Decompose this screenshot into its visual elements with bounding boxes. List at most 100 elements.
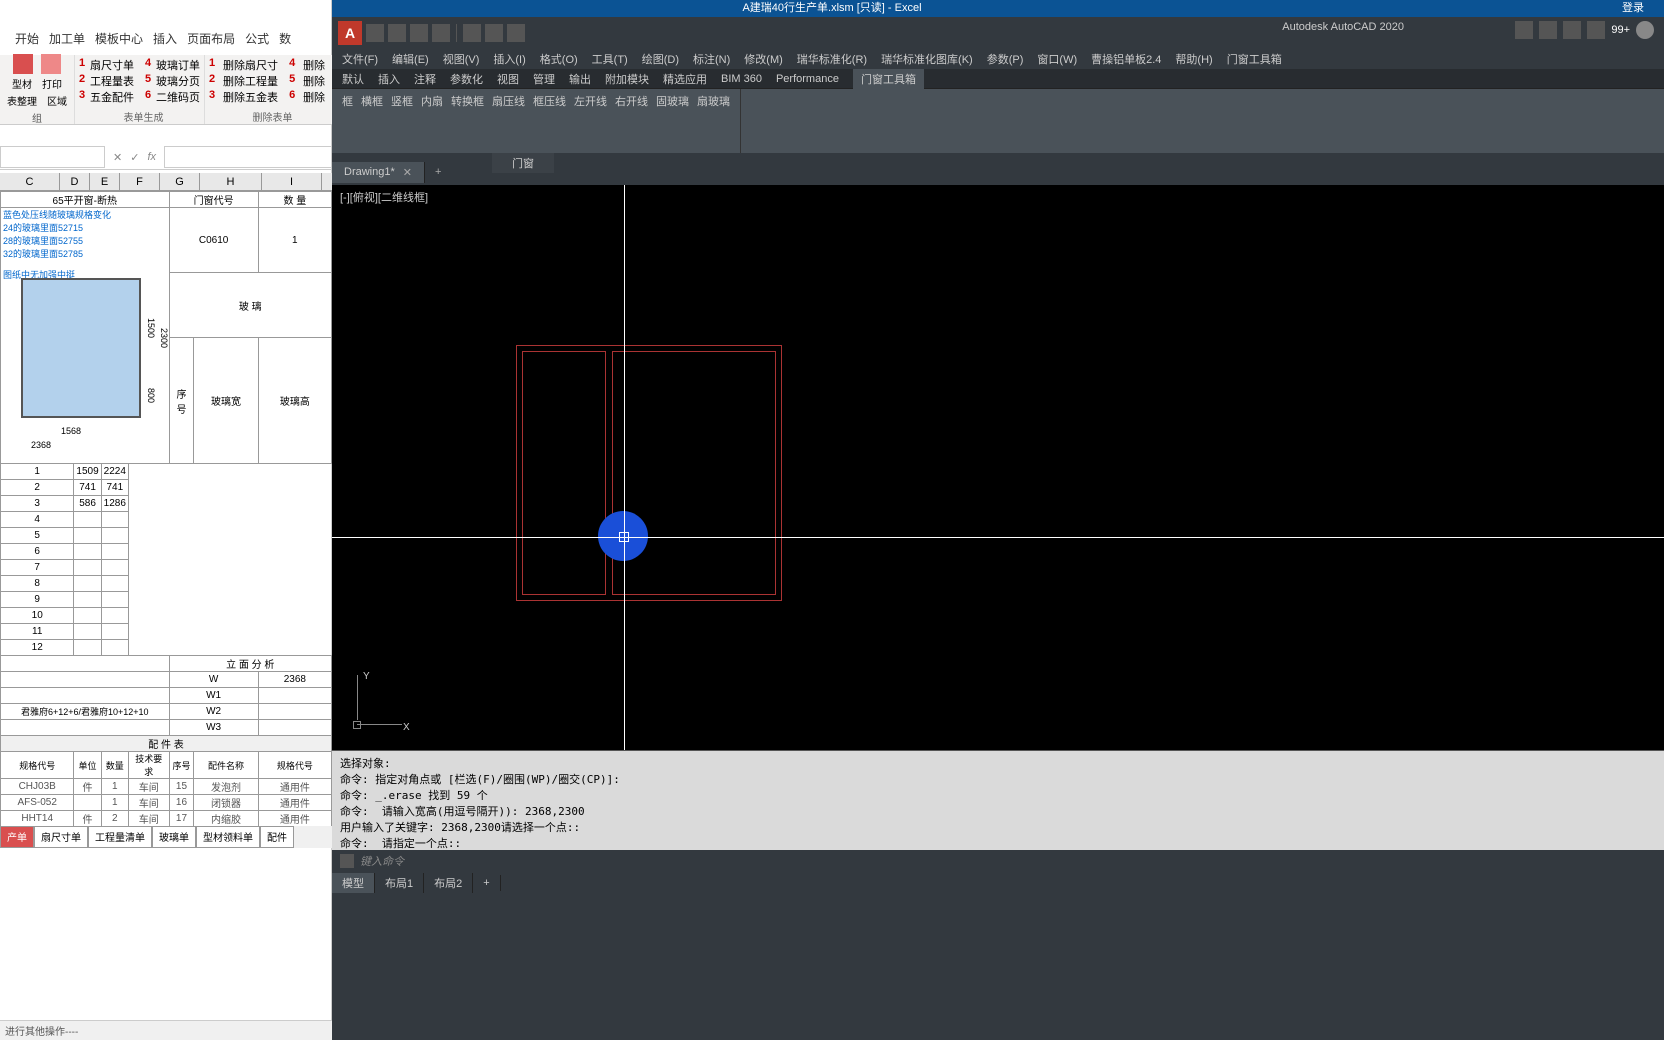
- tab-process[interactable]: 加工单: [49, 30, 85, 52]
- table-cell[interactable]: AFS-052: [1, 795, 74, 811]
- table-cell[interactable]: 1286: [101, 496, 128, 512]
- menu-item[interactable]: 绘图(D): [642, 51, 679, 67]
- gen-3[interactable]: 五金配件: [90, 89, 134, 105]
- ribbon-tab[interactable]: 插入: [378, 71, 400, 87]
- gen-4[interactable]: 玻璃订单: [156, 57, 200, 73]
- del-2[interactable]: 删除工程量: [223, 73, 278, 89]
- menu-item[interactable]: 帮助(H): [1175, 51, 1212, 67]
- table-cell[interactable]: 车间: [128, 779, 169, 795]
- ribbon-tab[interactable]: 门窗工具箱: [853, 69, 924, 89]
- layout-2[interactable]: 布局2: [424, 873, 473, 893]
- save-icon[interactable]: [410, 24, 428, 42]
- table-cell[interactable]: [74, 608, 101, 624]
- ribbon-tab[interactable]: 精选应用: [663, 71, 707, 87]
- menu-item[interactable]: 标注(N): [693, 51, 730, 67]
- viewport-label[interactable]: [-][俯视][二维线框]: [340, 189, 428, 205]
- menu-item[interactable]: 瑞华标准化图库(K): [881, 51, 973, 67]
- table-cell[interactable]: [101, 544, 128, 560]
- ribbon-tab[interactable]: 默认: [342, 71, 364, 87]
- menu-item[interactable]: 插入(I): [493, 51, 525, 67]
- gen-2[interactable]: 工程量表: [90, 73, 134, 89]
- col-h[interactable]: H: [200, 173, 262, 190]
- layout-plus[interactable]: +: [473, 875, 500, 891]
- table-cell[interactable]: 7: [1, 560, 74, 576]
- sheet-tab-2[interactable]: 工程量清单: [88, 826, 152, 848]
- table-cell[interactable]: [101, 624, 128, 640]
- table-cell[interactable]: 闭锁器: [194, 795, 258, 811]
- gen-1[interactable]: 扇尺寸单: [90, 57, 134, 73]
- table-cell[interactable]: 12: [1, 640, 74, 656]
- col-g[interactable]: G: [160, 173, 200, 190]
- table-cell[interactable]: 2: [101, 811, 128, 827]
- table-cell[interactable]: W: [169, 672, 258, 688]
- table-cell[interactable]: 16: [169, 795, 194, 811]
- menu-item[interactable]: 参数(P): [987, 51, 1024, 67]
- tab-home[interactable]: 开始: [15, 30, 39, 52]
- table-cell[interactable]: [1, 688, 170, 704]
- table-cell[interactable]: 内缩胶: [194, 811, 258, 827]
- ribbon-tab[interactable]: 管理: [533, 71, 555, 87]
- table-cell[interactable]: 发泡剂: [194, 779, 258, 795]
- open-icon[interactable]: [388, 24, 406, 42]
- table-cell[interactable]: 1509: [74, 464, 101, 480]
- menu-item[interactable]: 工具(T): [592, 51, 628, 67]
- signin-icon[interactable]: [1539, 21, 1557, 39]
- formula-input[interactable]: [164, 146, 332, 168]
- fx-cancel-icon[interactable]: ✕: [113, 151, 122, 164]
- tab-data[interactable]: 数: [279, 30, 291, 52]
- col-e[interactable]: E: [90, 173, 120, 190]
- command-input[interactable]: 键入命令: [332, 850, 1664, 872]
- table-cell[interactable]: 2224: [101, 464, 128, 480]
- table-cell[interactable]: 车间: [128, 795, 169, 811]
- menu-item[interactable]: 曹操铝单板2.4: [1091, 51, 1161, 67]
- profile-icon[interactable]: [13, 54, 33, 74]
- fx-confirm-icon[interactable]: ✓: [130, 151, 139, 164]
- col-c[interactable]: C: [0, 173, 60, 190]
- table-cell[interactable]: 1: [101, 779, 128, 795]
- menu-item[interactable]: 瑞华标准化(R): [797, 51, 867, 67]
- panel-button[interactable]: 竖框: [391, 93, 413, 109]
- panel-button[interactable]: 扇玻璃: [697, 93, 730, 109]
- table-cell[interactable]: 通用件: [258, 811, 331, 827]
- tab-insert[interactable]: 插入: [153, 30, 177, 52]
- table-cell[interactable]: [101, 640, 128, 656]
- del-4[interactable]: 删除: [303, 57, 325, 73]
- new-tab-icon[interactable]: +: [425, 166, 451, 178]
- table-cell[interactable]: 17: [169, 811, 194, 827]
- table-cell[interactable]: [1, 720, 170, 736]
- layout-model[interactable]: 模型: [332, 873, 375, 893]
- undo-icon[interactable]: [485, 24, 503, 42]
- search-icon[interactable]: [1515, 21, 1533, 39]
- ribbon-tab[interactable]: 参数化: [450, 71, 483, 87]
- app-icon[interactable]: [1563, 21, 1581, 39]
- table-cell[interactable]: [101, 576, 128, 592]
- panel-button[interactable]: 框压线: [533, 93, 566, 109]
- table-cell[interactable]: 11: [1, 624, 74, 640]
- menu-item[interactable]: 视图(V): [443, 51, 480, 67]
- panel-button[interactable]: 横框: [361, 93, 383, 109]
- gen-5[interactable]: 玻璃分页: [156, 73, 200, 89]
- table-cell[interactable]: 6: [1, 544, 74, 560]
- minimize-icon[interactable]: [1636, 21, 1654, 39]
- table-cell[interactable]: [101, 592, 128, 608]
- login-button[interactable]: 登录: [1622, 0, 1644, 17]
- sheet-area[interactable]: 65平开窗-断热 门窗代号 数 量 蓝色处压线随玻璃规格变化 24的玻璃里面52…: [0, 191, 332, 826]
- menu-item[interactable]: 文件(F): [342, 51, 378, 67]
- table-cell[interactable]: 件: [74, 811, 101, 827]
- tab-formula[interactable]: 公式: [245, 30, 269, 52]
- menu-item[interactable]: 修改(M): [744, 51, 783, 67]
- table-cell[interactable]: 10: [1, 608, 74, 624]
- table-cell[interactable]: 1: [1, 464, 74, 480]
- table-cell[interactable]: W2: [169, 704, 258, 720]
- cloud-icon[interactable]: [1587, 21, 1605, 39]
- table-cell[interactable]: [74, 528, 101, 544]
- table-cell[interactable]: 741: [101, 480, 128, 496]
- table-cell[interactable]: 通用件: [258, 795, 331, 811]
- table-cell[interactable]: [101, 560, 128, 576]
- layout-1[interactable]: 布局1: [375, 873, 424, 893]
- sheet-tab-active[interactable]: 产单: [0, 826, 34, 848]
- del-6[interactable]: 删除: [303, 89, 325, 105]
- ribbon-tab[interactable]: 附加模块: [605, 71, 649, 87]
- table-cell[interactable]: 586: [74, 496, 101, 512]
- menu-item[interactable]: 门窗工具箱: [1227, 51, 1282, 67]
